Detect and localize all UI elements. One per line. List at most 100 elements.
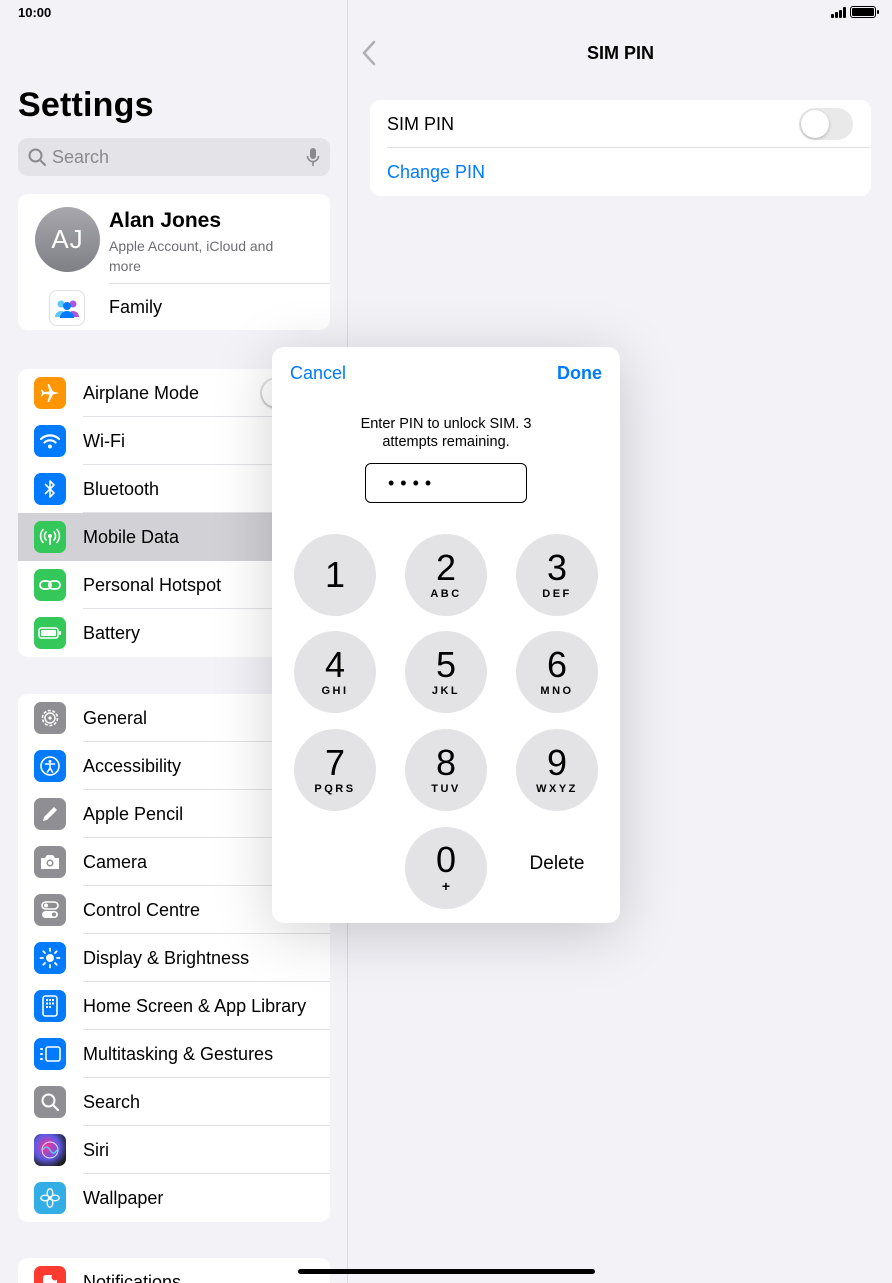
key-letters: DEF: [542, 588, 572, 600]
sidebar-item-home-screen[interactable]: Home Screen & App Library: [18, 982, 330, 1030]
search-input[interactable]: Search: [18, 138, 330, 176]
sidebar-item-label: Search: [83, 1091, 141, 1112]
key-digit: 8: [435, 742, 457, 783]
sidebar-item-family[interactable]: Family: [18, 284, 330, 330]
sidebar-item-label: Mobile Data: [83, 526, 180, 547]
key-letters: +: [441, 878, 451, 894]
sidebar-item-siri[interactable]: Siri: [18, 1126, 330, 1174]
sidebar-item-multitasking[interactable]: Multitasking & Gestures: [18, 1030, 330, 1078]
key-letters: TUV: [431, 783, 461, 795]
pin-input[interactable]: ••••: [365, 463, 527, 503]
key-letters: ABC: [430, 588, 462, 600]
sidebar-item-label: Camera: [83, 851, 148, 872]
siri-icon: [34, 1134, 66, 1166]
account-subtitle: Apple Account, iCloud and more: [109, 238, 274, 274]
sidebar-item-label: Apple Pencil: [83, 803, 184, 824]
sidebar-item-display-brightness[interactable]: Display & Brightness: [18, 934, 330, 982]
homescreen-icon: [34, 990, 66, 1022]
sidebar-item-label: Multitasking & Gestures: [83, 1043, 274, 1064]
key-digit: 9: [546, 742, 568, 783]
account-row[interactable]: AJ Alan Jones Apple Account, iCloud and …: [18, 194, 330, 284]
change-pin-row[interactable]: Change PIN: [370, 148, 871, 196]
keypad-key-6[interactable]: 6 MNO: [516, 631, 598, 713]
key-letters: MNO: [540, 685, 574, 697]
key-digit: 5: [435, 644, 457, 685]
key-digit: 3: [546, 547, 568, 588]
sidebar-item-label: Accessibility: [83, 755, 182, 776]
sidebar-item-label: General: [83, 707, 148, 728]
notifications-group: Notifications: [18, 1258, 330, 1283]
sim-pin-label: SIM PIN: [387, 113, 455, 134]
status-time: 10:00: [18, 5, 52, 20]
keypad-key-9[interactable]: 9 WXYZ: [516, 729, 598, 811]
account-group: AJ Alan Jones Apple Account, iCloud and …: [18, 194, 330, 330]
keypad-key-4[interactable]: 4 GHI: [294, 631, 376, 713]
sidebar-item-label: Home Screen & App Library: [83, 995, 307, 1016]
pin-prompt-message: Enter PIN to unlock SIM. 3 attempts rema…: [360, 416, 532, 450]
sidebar-item-label: Battery: [83, 622, 141, 643]
key-letters: JKL: [431, 685, 461, 697]
sim-pin-toggle[interactable]: [799, 108, 853, 140]
sidebar-item-label: Notifications: [83, 1271, 182, 1283]
flower-icon: [34, 1182, 66, 1214]
status-bar: 10:00: [0, 0, 892, 28]
sidebar-item-search[interactable]: Search: [18, 1078, 330, 1126]
pencil-icon: [34, 798, 66, 830]
sim-pin-card: SIM PIN Change PIN: [370, 100, 871, 196]
sun-icon: [34, 942, 66, 974]
wifi-icon: [34, 425, 66, 457]
keypad-key-1[interactable]: 1: [294, 534, 376, 616]
sidebar-item-label: Wallpaper: [83, 1187, 164, 1208]
search-icon: [28, 148, 46, 166]
sidebar-item-label: Display & Brightness: [83, 947, 250, 968]
keypad-key-3[interactable]: 3 DEF: [516, 534, 598, 616]
key-letters: GHI: [321, 685, 349, 697]
search-icon: [34, 1086, 66, 1118]
sidebar-item-label: Personal Hotspot: [83, 574, 222, 595]
home-indicator[interactable]: [298, 1269, 595, 1274]
done-button[interactable]: Done: [557, 363, 602, 384]
keypad-key-0[interactable]: 0 +: [405, 827, 487, 909]
sim-pin-row: SIM PIN: [370, 100, 871, 148]
airplane-icon: [34, 377, 66, 409]
battery-status-icon: [850, 6, 879, 18]
battery-icon: [34, 617, 66, 649]
delete-button[interactable]: Delete: [516, 853, 598, 875]
antenna-icon: [34, 521, 66, 553]
bluetooth-icon: [34, 473, 66, 505]
sidebar-item-notifications[interactable]: Notifications: [18, 1258, 330, 1283]
accessibility-icon: [34, 750, 66, 782]
key-digit: 7: [324, 742, 346, 783]
gear-icon: [34, 702, 66, 734]
microphone-icon[interactable]: [306, 147, 320, 167]
keypad-key-5[interactable]: 5 JKL: [405, 631, 487, 713]
avatar: AJ: [35, 207, 100, 272]
account-name: Alan Jones: [109, 209, 222, 232]
change-pin-link[interactable]: Change PIN: [387, 162, 485, 183]
keypad-key-7[interactable]: 7 PQRS: [294, 729, 376, 811]
sidebar-title: Settings: [18, 86, 154, 124]
key-letters: WXYZ: [536, 783, 578, 795]
sidebar-item-wallpaper[interactable]: Wallpaper: [18, 1174, 330, 1222]
family-icon: [49, 290, 85, 326]
keypad-key-8[interactable]: 8 TUV: [405, 729, 487, 811]
keypad-key-2[interactable]: 2 ABC: [405, 534, 487, 616]
status-indicators: [831, 6, 879, 18]
sidebar-item-label: Bluetooth: [83, 478, 160, 499]
sidebar-item-label: Control Centre: [83, 899, 201, 920]
cellular-signal-icon: [831, 6, 846, 18]
page-title: SIM PIN: [586, 43, 654, 63]
sidebar-item-label: Family: [109, 296, 162, 317]
pin-entry-dialog: Cancel Done Enter PIN to unlock SIM. 3 a…: [272, 347, 620, 923]
sidebar-item-label: Wi-Fi: [83, 430, 125, 451]
hotspot-icon: [34, 569, 66, 601]
camera-icon: [34, 846, 66, 878]
multitasking-icon: [34, 1038, 66, 1070]
cancel-button[interactable]: Cancel: [290, 363, 346, 384]
sidebar-item-label: Airplane Mode: [83, 382, 200, 403]
bell-icon: [34, 1266, 66, 1283]
key-digit: 2: [435, 547, 457, 588]
key-digit: 0: [435, 839, 457, 880]
sidebar-item-label: Siri: [83, 1139, 109, 1160]
key-letters: PQRS: [314, 783, 356, 795]
